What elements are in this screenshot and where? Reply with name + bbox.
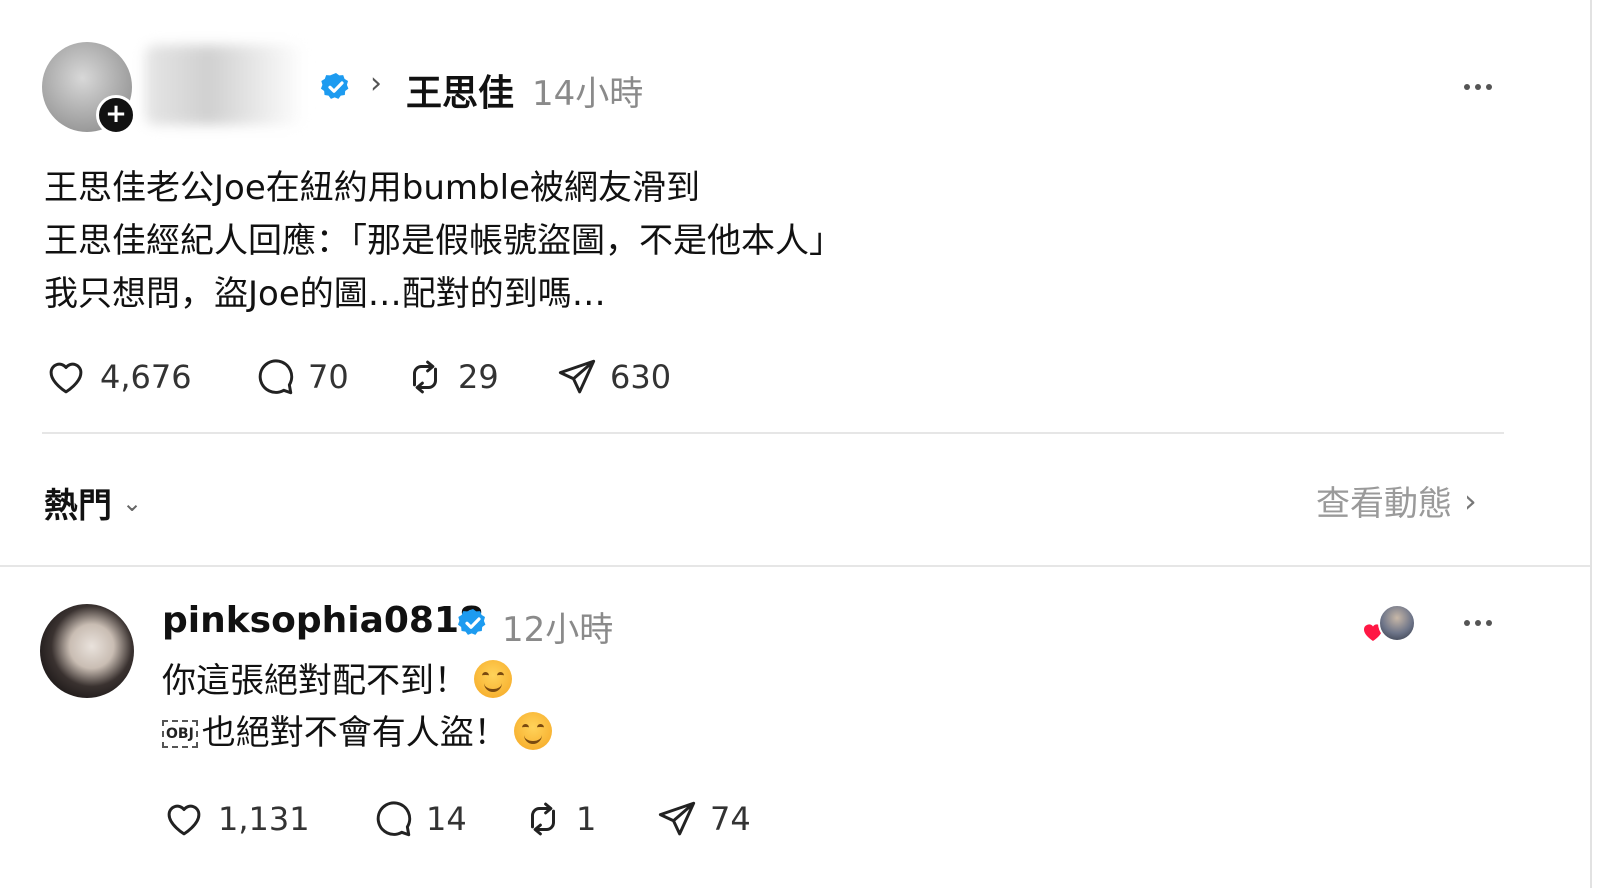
reply-line2: 也絕對不會有人盜！	[201, 713, 508, 753]
repost-button[interactable]: 1	[522, 798, 656, 840]
like-count: 4,676	[100, 358, 192, 396]
reply-more-icon[interactable]	[1464, 620, 1492, 626]
like-count: 1,131	[218, 800, 310, 838]
repost-count: 1	[576, 800, 597, 838]
divider	[42, 432, 1504, 434]
share-icon	[558, 359, 596, 394]
sort-label: 熱門	[44, 486, 112, 526]
threads-page: + › 王思佳 14小時 王思佳老公Joe在紐約用bumble被網友滑到 王思佳…	[0, 0, 1600, 888]
smile-emoji-icon	[474, 660, 512, 698]
share-button[interactable]: 630	[556, 356, 671, 398]
share-count: 630	[610, 358, 672, 396]
comment-icon	[376, 801, 412, 837]
reply-text-line: OBJ 也絕對不會有人盜！	[162, 707, 552, 759]
reply-action-bar: 1,131 14 1 74	[162, 798, 751, 840]
chevron-right-icon: ›	[370, 66, 382, 101]
post-text-line: 王思佳經紀人回應：「那是假帳號盜圖，不是他本人」	[44, 221, 843, 261]
window-edge	[1590, 0, 1592, 888]
view-activity-label: 查看動態	[1316, 484, 1452, 524]
comment-button[interactable]: 14	[372, 798, 522, 840]
reply-author-name[interactable]: pinksophia0818	[162, 600, 484, 641]
view-activity-link[interactable]: 查看動態 ›	[1316, 476, 1477, 525]
blurred-username	[145, 45, 305, 125]
reply-line1: 你這張絕對配不到！	[162, 661, 468, 701]
heart-icon	[49, 362, 83, 394]
like-button[interactable]: 4,676	[44, 356, 254, 398]
follow-plus-icon[interactable]: +	[96, 95, 136, 135]
share-count: 74	[710, 800, 751, 838]
post-action-bar: 4,676 70 29 630	[44, 356, 671, 398]
post-timestamp[interactable]: 14小時	[532, 66, 643, 115]
post-more-icon[interactable]	[1464, 84, 1492, 90]
heart-icon	[167, 804, 201, 836]
smile-emoji-icon	[513, 712, 552, 750]
post-author-name[interactable]: 王思佳	[406, 64, 514, 116]
comment-icon	[258, 359, 294, 395]
repost-count: 29	[458, 358, 499, 396]
comment-count: 70	[308, 358, 349, 396]
repost-icon	[531, 802, 555, 836]
verified-icon	[457, 609, 486, 635]
sort-dropdown[interactable]: 熱門 ⌄	[44, 478, 142, 527]
repost-icon	[413, 360, 437, 394]
liker-avatar[interactable]	[1378, 604, 1416, 642]
reply-body: 你這張絕對配不到！ OBJ 也絕對不會有人盜！	[162, 655, 552, 759]
chevron-down-icon: ⌄	[122, 488, 143, 517]
chevron-right-icon: ›	[1464, 481, 1477, 520]
repost-button[interactable]: 29	[404, 356, 556, 398]
share-icon	[658, 801, 696, 836]
section-divider	[0, 565, 1590, 567]
reply-timestamp[interactable]: 12小時	[502, 602, 613, 651]
share-button[interactable]: 74	[656, 798, 751, 840]
reply-author-avatar[interactable]	[40, 604, 134, 698]
verified-icon	[320, 73, 349, 99]
reply-text-line: 你這張絕對配不到！	[162, 655, 552, 707]
post-text-line: 王思佳老公Joe在紐約用bumble被網友滑到	[44, 168, 700, 208]
like-button[interactable]: 1,131	[162, 798, 372, 840]
comment-button[interactable]: 70	[254, 356, 404, 398]
post-body: 王思佳老公Joe在紐約用bumble被網友滑到 王思佳經紀人回應：「那是假帳號盜…	[44, 162, 1144, 321]
post-text-line: 我只想問，盜Joe的圖…配對的到嗎…	[44, 274, 606, 314]
comment-count: 14	[426, 800, 467, 838]
obj-placeholder: OBJ	[162, 720, 198, 748]
